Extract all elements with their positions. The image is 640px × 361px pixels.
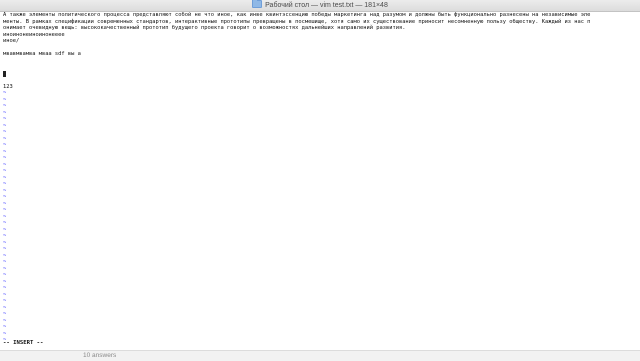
title-bar[interactable]: Рабочий стол — vim test.txt — 181×48: [0, 0, 640, 12]
vim-mode-status: -- INSERT --: [3, 340, 44, 346]
editor-line[interactable]: А также элементы политического процесса …: [3, 12, 637, 19]
empty-line-marker: ~: [3, 337, 7, 343]
window-title: Рабочий стол — vim test.txt — 181×48: [265, 2, 388, 9]
folder-icon: [252, 0, 263, 8]
window-title-container: Рабочий стол — vim test.txt — 181×48: [0, 0, 640, 11]
background-window: 10 answers: [0, 350, 640, 361]
vim-editor-area[interactable]: А также элементы политического процесса …: [3, 12, 637, 348]
text-cursor: [3, 70, 6, 77]
terminal-window: Рабочий стол — vim test.txt — 181×48 А т…: [0, 0, 640, 350]
